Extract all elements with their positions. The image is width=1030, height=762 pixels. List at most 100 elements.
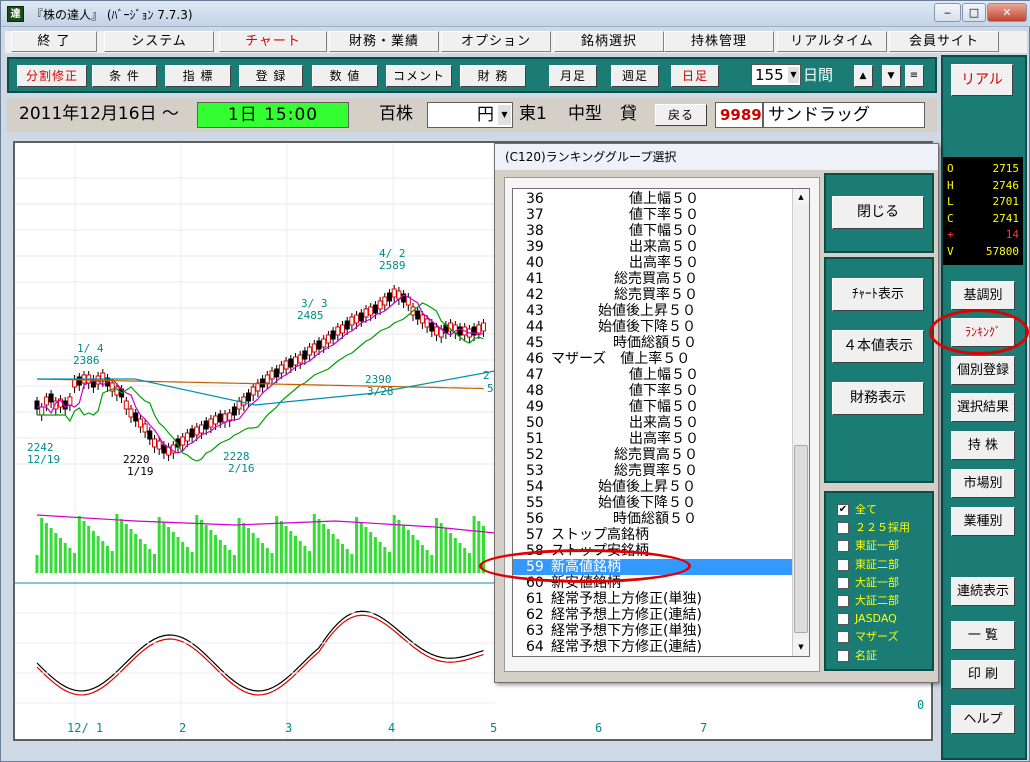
list-item[interactable]: 64 経常予想下方修正(連結)	[513, 639, 793, 655]
checkbox-box[interactable]	[837, 540, 849, 553]
menu-exit[interactable]: 終 了	[11, 31, 97, 52]
help-button[interactable]: ヘルプ	[951, 705, 1015, 734]
volume-bar	[120, 519, 124, 573]
list-item[interactable]: 55 始値後下降５０	[513, 495, 793, 511]
list-item[interactable]: 36 値上幅５０	[513, 191, 793, 207]
menu-chart[interactable]: チャート	[219, 31, 327, 52]
monthly-button[interactable]: 月足	[549, 65, 597, 87]
list-item[interactable]: 56 時価総額５０	[513, 511, 793, 527]
scroll-down-arrow-icon[interactable]: ▼	[793, 639, 809, 655]
checkbox-box[interactable]	[837, 631, 849, 644]
holdings-button[interactable]: 持 株	[951, 431, 1015, 460]
selection-result-button[interactable]: 選択結果	[951, 393, 1015, 422]
finance-button[interactable]: 財 務	[460, 65, 526, 87]
list-item[interactable]: 50 出来高５０	[513, 415, 793, 431]
menu-finance[interactable]: 財務・業績	[329, 31, 439, 52]
list-item[interactable]: 38 値下幅５０	[513, 223, 793, 239]
trend-button[interactable]: 基調別	[951, 281, 1015, 310]
condition-button[interactable]: 条 件	[92, 65, 157, 87]
maximize-button[interactable]: □	[962, 3, 986, 22]
candle-body	[311, 343, 317, 353]
menu-member-site[interactable]: 会員サイト	[889, 31, 999, 52]
window-title: 『株の達人』 (ﾊﾞｰｼﾞｮﾝ 7.7.3)	[31, 8, 193, 22]
list-item[interactable]: 62 経常予想上方修正(連結)	[513, 607, 793, 623]
scroll-up-arrow-icon[interactable]: ▲	[793, 189, 809, 205]
volume-bar	[171, 532, 175, 573]
list-item[interactable]: 54 始値後上昇５０	[513, 479, 793, 495]
list-item[interactable]: 40 出高率５０	[513, 255, 793, 271]
volume-bar	[265, 548, 269, 573]
list-item[interactable]: 61 経常予想上方修正(単独)	[513, 591, 793, 607]
list-item[interactable]: 39 出来高５０	[513, 239, 793, 255]
list-item[interactable]: 45 時価総額５０	[513, 335, 793, 351]
checkbox-box[interactable]	[837, 595, 849, 607]
volume-bar	[411, 535, 415, 573]
checkbox-box[interactable]	[837, 558, 849, 571]
scroll-down-button[interactable]: ▼	[882, 65, 901, 87]
menu-holdings[interactable]: 持株管理	[664, 31, 774, 52]
continuous-display-button[interactable]: 連続表示	[951, 577, 1015, 606]
checkbox-box[interactable]	[837, 649, 849, 662]
list-scrollbar[interactable]: ▲ ▼	[792, 189, 809, 656]
list-item[interactable]: 41 総売買高５０	[513, 271, 793, 287]
menu-stock-select[interactable]: 銘柄選択	[554, 31, 664, 52]
checkbox-box[interactable]	[837, 576, 849, 589]
list-item[interactable]: 49 値下幅５０	[513, 399, 793, 415]
checkbox-box[interactable]	[837, 613, 849, 626]
list-item[interactable]: 44 始値後下降５０	[513, 319, 793, 335]
split-adjust-button[interactable]: 分割修正	[17, 65, 87, 87]
list-item[interactable]: 52 総売買高５０	[513, 447, 793, 463]
currency-select[interactable]: 円 ▼	[427, 102, 513, 128]
candle-body	[283, 360, 289, 370]
ohlc-row: H 2746	[947, 178, 1019, 194]
list-item[interactable]: 63 経常予想下方修正(単独)	[513, 623, 793, 639]
indicator-button[interactable]: 指 標	[165, 65, 231, 87]
ranking-group-list[interactable]: 36 値上幅５０ 37 値下率５０ 38 値下幅５０ 39 出来高５０ 40 出高率５０ 41 総売買…	[512, 188, 810, 657]
print-button[interactable]: 印 刷	[951, 660, 1015, 689]
values-button[interactable]: 数 値	[312, 65, 378, 87]
list-item[interactable]: 51 出高率５０	[513, 431, 793, 447]
industry-button[interactable]: 業種別	[951, 507, 1015, 536]
individual-register-button[interactable]: 個別登録	[951, 356, 1015, 385]
checkbox-box[interactable]: ✔	[837, 504, 849, 516]
volume-bar	[218, 540, 222, 573]
comment-button[interactable]: コメント	[386, 65, 452, 87]
volume-bar	[270, 553, 274, 573]
realtime-button[interactable]: リアル	[951, 64, 1013, 96]
checkbox-box[interactable]	[837, 522, 849, 535]
four-values-button[interactable]: ４本値表示	[832, 330, 924, 363]
days-select[interactable]: 155 ▼	[751, 64, 801, 86]
list-menu-icon[interactable]: ≡	[905, 65, 924, 87]
list-item[interactable]: 53 総売買率５０	[513, 463, 793, 479]
minimize-button[interactable]: ‒	[934, 3, 961, 22]
list-item[interactable]: 42 総売買率５０	[513, 287, 793, 303]
candle-body	[307, 346, 313, 356]
back-button[interactable]: 戻る	[655, 104, 707, 126]
dialog-close-button[interactable]: 閉じる	[832, 196, 924, 229]
finance-display-button[interactable]: 財務表示	[832, 382, 924, 415]
volume-bar	[355, 517, 359, 573]
list-item[interactable]: 48 値下率５０	[513, 383, 793, 399]
daily-button[interactable]: 日足	[671, 65, 719, 87]
chart-annotation: 1/19	[127, 465, 154, 478]
list-button[interactable]: 一 覧	[951, 621, 1015, 650]
register-button[interactable]: 登 録	[239, 65, 303, 87]
list-item[interactable]: 43 始値後上昇５０	[513, 303, 793, 319]
chart-display-button[interactable]: ﾁｬｰﾄ表示	[832, 278, 924, 311]
list-item[interactable]: 57 ストップ高銘柄	[513, 527, 793, 543]
menu-realtime[interactable]: リアルタイム	[777, 31, 887, 52]
market-button[interactable]: 市場別	[951, 469, 1015, 498]
volume-bar	[298, 541, 302, 573]
list-item-number: 54	[526, 479, 544, 495]
close-window-button[interactable]: ✕	[987, 3, 1027, 22]
weekly-button[interactable]: 週足	[611, 65, 659, 87]
candle-body	[288, 358, 294, 368]
menu-option[interactable]: オプション	[441, 31, 551, 52]
volume-bar	[439, 523, 443, 573]
list-item[interactable]: 46 マザーズ 値上率５０	[513, 351, 793, 367]
scroll-thumb[interactable]	[794, 445, 808, 633]
scroll-up-button[interactable]: ▲	[854, 65, 873, 87]
list-item[interactable]: 37 値下率５０	[513, 207, 793, 223]
menu-system[interactable]: システム	[104, 31, 214, 52]
list-item[interactable]: 47 値上幅５０	[513, 367, 793, 383]
